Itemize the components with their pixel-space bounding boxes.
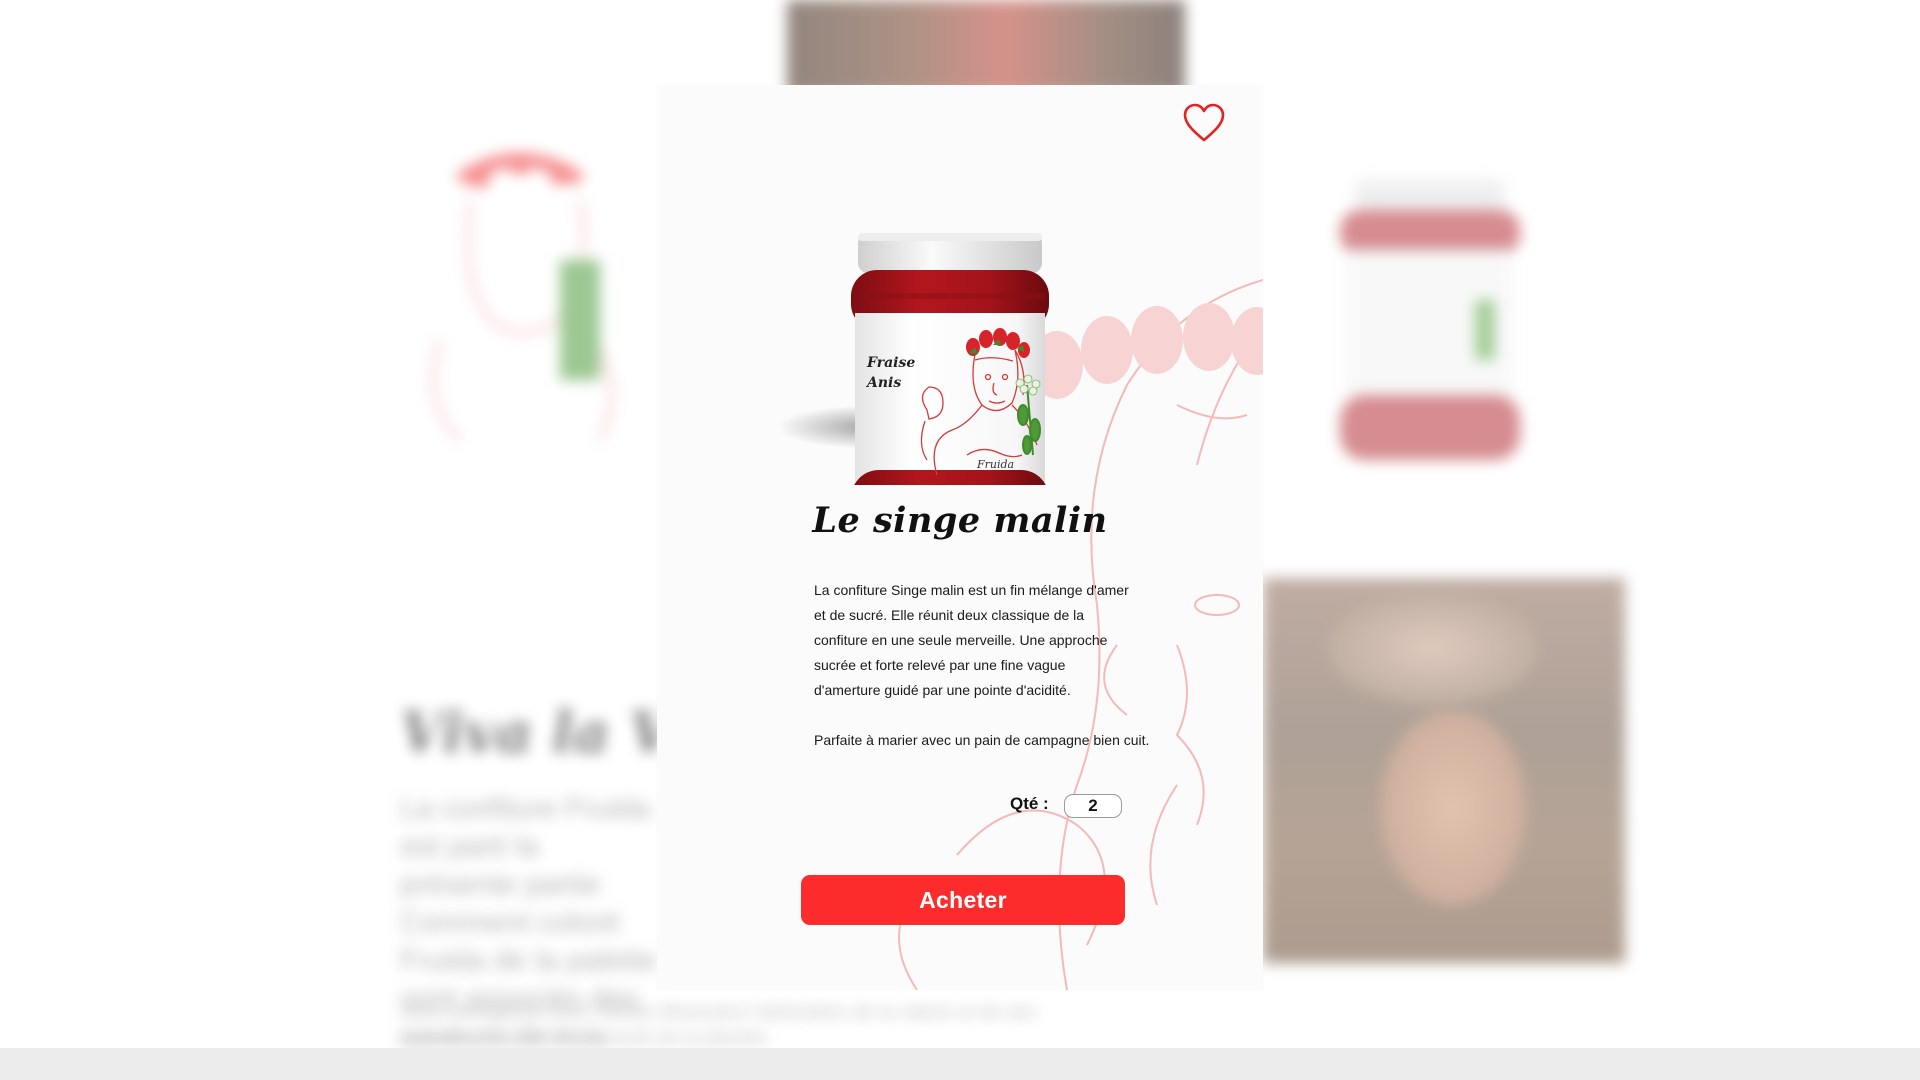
- label-flavor-line1: Fraise: [866, 355, 915, 371]
- bottom-bar: [0, 1048, 1920, 1080]
- product-title: Le singe malin: [812, 500, 1108, 541]
- background-paragraph: La confiture Fruida est parti la présent…: [400, 792, 657, 1053]
- label-flavor-line2: Anis: [865, 375, 901, 391]
- quantity-input[interactable]: [1064, 794, 1122, 818]
- product-pairing-note: Parfaite à marier avec un pain de campag…: [814, 732, 1150, 748]
- favorite-heart-icon[interactable]: [1182, 102, 1226, 144]
- product-jar-image: Fraise Anis Fruida: [777, 233, 1049, 485]
- background-jar-image: [1340, 180, 1520, 460]
- background-portrait-photo: [1263, 578, 1625, 963]
- background-photo-top: [787, 0, 1185, 95]
- quantity-label: Qté :: [1010, 794, 1049, 813]
- product-description: La confiture Singe malin est un fin méla…: [814, 582, 1129, 698]
- background-paragraph-2: Nous partageons avec l'artiste Mexicaine…: [400, 1002, 1036, 1049]
- background-line-drawing: [431, 153, 613, 442]
- buy-button[interactable]: Acheter: [801, 875, 1125, 925]
- label-brand-signature: Fruida: [976, 458, 1014, 471]
- product-modal: Fraise Anis Fruida Le singe malin La con…: [657, 85, 1263, 990]
